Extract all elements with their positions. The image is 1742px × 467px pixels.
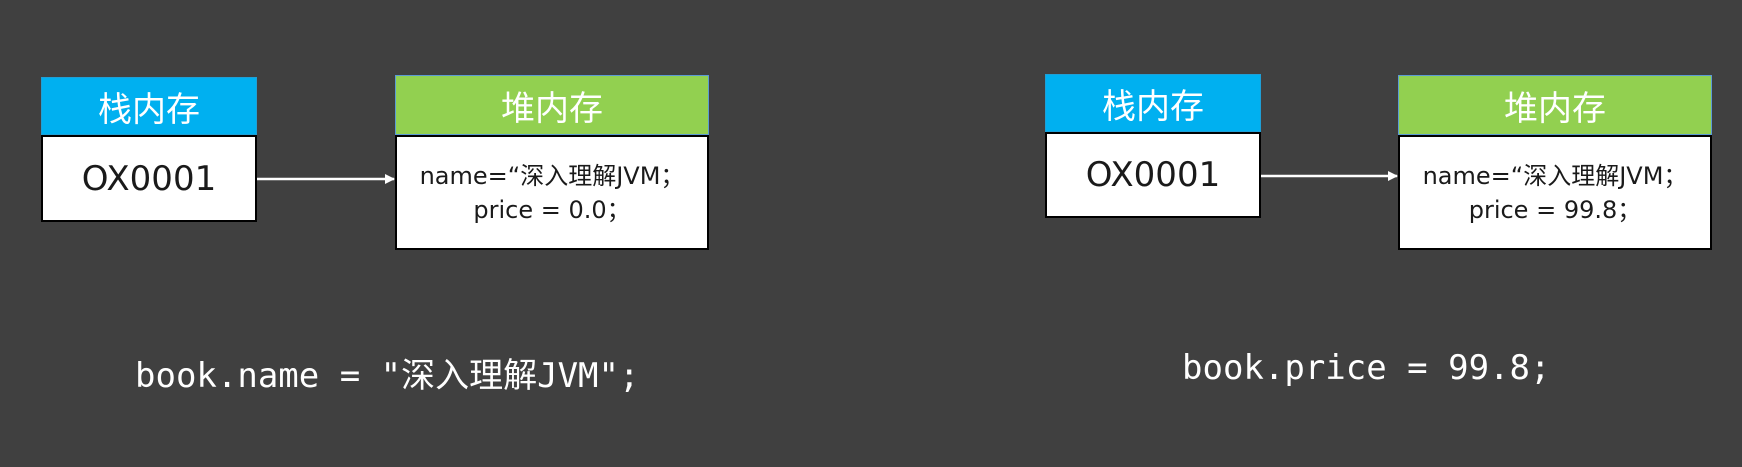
right-heap-field-name: name=“深入理解JVM；	[1422, 161, 1688, 190]
right-heap-header: 堆内存	[1398, 75, 1712, 135]
right-stack-header: 栈内存	[1045, 74, 1261, 132]
right-code-statement: book.price = 99.8;	[1182, 348, 1551, 388]
right-heap-box: name=“深入理解JVM； price = 99.8；	[1398, 135, 1712, 250]
right-stack-header-label: 栈内存	[1102, 86, 1204, 127]
right-stack-address: OX0001	[1085, 155, 1221, 195]
right-panel: 栈内存 OX0001 堆内存 name=“深入理解JVM； price = 99…	[0, 0, 1742, 467]
right-heap-header-label: 堆内存	[1504, 88, 1606, 129]
right-heap-field-price: price = 99.8；	[1468, 195, 1642, 224]
right-stack-box: OX0001	[1045, 132, 1261, 218]
